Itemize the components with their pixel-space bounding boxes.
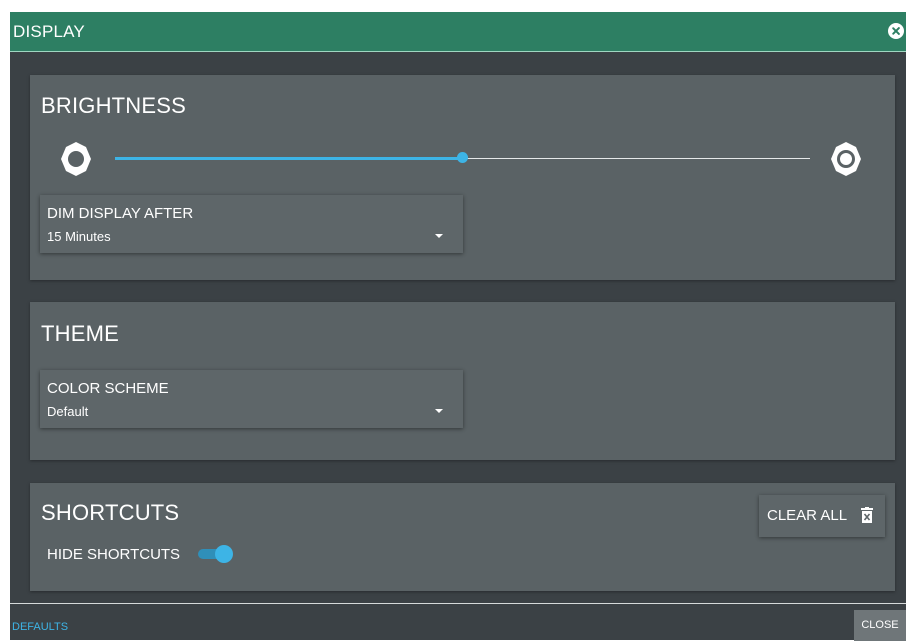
dropdown-caret-icon <box>435 409 443 413</box>
brightness-title: BRIGHTNESS <box>41 93 187 118</box>
brightness-card: BRIGHTNESS DIM DISPLAY AFTER 15 Minutes <box>30 75 895 280</box>
dialog-title: DISPLAY <box>13 22 85 41</box>
defaults-link[interactable]: DEFAULTS <box>12 621 68 633</box>
color-scheme-select[interactable]: COLOR SCHEME Default <box>40 370 463 428</box>
theme-card: THEME COLOR SCHEME Default <box>30 302 895 460</box>
close-icon[interactable] <box>888 23 904 39</box>
color-scheme-value: Default <box>47 404 89 419</box>
brightness-slider-thumb[interactable] <box>457 152 468 163</box>
hide-shortcuts-toggle[interactable] <box>198 545 234 563</box>
brightness-slider-fill <box>115 157 463 160</box>
clear-all-label: CLEAR ALL <box>767 507 848 524</box>
close-button[interactable]: CLOSE <box>854 610 906 641</box>
clear-all-button[interactable]: CLEAR ALL <box>759 495 885 537</box>
toggle-knob <box>215 545 233 563</box>
hide-shortcuts-label: HIDE SHORTCUTS <box>47 546 181 563</box>
dim-display-value: 15 Minutes <box>47 229 111 244</box>
brightness-low-icon[interactable] <box>58 141 94 177</box>
dropdown-caret-icon <box>435 234 443 238</box>
shortcuts-title: SHORTCUTS <box>41 500 180 525</box>
brightness-high-icon[interactable] <box>828 141 864 177</box>
trash-icon <box>861 507 873 523</box>
dim-display-select[interactable]: DIM DISPLAY AFTER 15 Minutes <box>40 195 463 253</box>
color-scheme-label: COLOR SCHEME <box>47 380 169 397</box>
dialog-header: DISPLAY <box>10 12 906 52</box>
dialog-footer: DEFAULTS CLOSE <box>10 603 906 641</box>
theme-title: THEME <box>41 321 119 346</box>
dim-display-label: DIM DISPLAY AFTER <box>47 205 194 222</box>
display-dialog: DISPLAY BRIGHTNESS DIM DISPLAY AFTER 15 … <box>10 12 906 641</box>
shortcuts-card: SHORTCUTS CLEAR ALL HIDE SHORTCUTS <box>30 483 895 591</box>
